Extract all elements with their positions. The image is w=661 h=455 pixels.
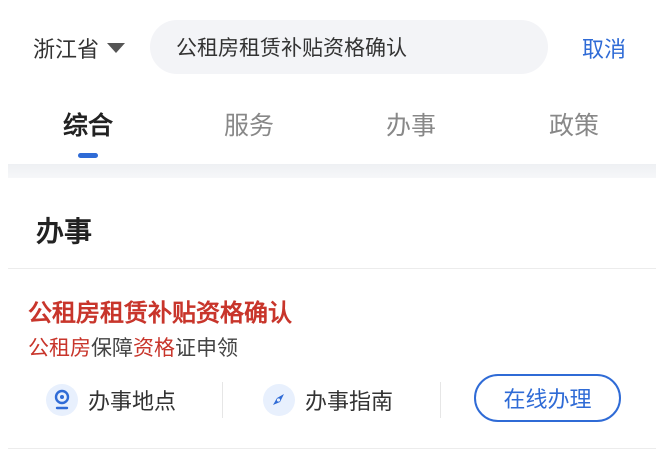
compass-icon [263,384,295,416]
subtitle-part: 资格 [133,336,175,360]
caret-down-icon [107,43,126,53]
vertical-divider [222,382,223,418]
tab-bar: 综合 服务 办事 政策 [0,100,661,162]
tab-policy[interactable]: 政策 [529,106,619,142]
location-pin-icon [46,384,78,416]
search-input-value: 公租房租赁补贴资格确认 [176,36,407,60]
region-selector[interactable]: 浙江省 [33,32,126,64]
active-tab-indicator [78,153,98,158]
online-apply-button[interactable]: 在线办理 [474,374,621,422]
tab-services[interactable]: 服务 [204,106,294,142]
guide-label: 办事指南 [305,390,394,415]
result-subtitle: 公租房保障资格证申领 [28,332,238,362]
subtitle-part: 证申领 [175,336,238,360]
divider [8,268,656,269]
result-actions: 办事地点 办事指南 在线办理 [0,372,661,428]
location-action[interactable]: 办事地点 [46,384,176,416]
search-header: 浙江省 公租房租赁补贴资格确认 取消 [0,0,661,94]
result-title-link[interactable]: 公租房租赁补贴资格确认 [28,293,292,328]
cancel-button[interactable]: 取消 [582,32,626,64]
location-label: 办事地点 [88,390,177,415]
tab-comprehensive[interactable]: 综合 [43,106,133,142]
section-separator [8,164,656,178]
guide-action[interactable]: 办事指南 [263,384,393,416]
tab-affairs[interactable]: 办事 [366,106,456,142]
section-title: 办事 [36,215,93,248]
subtitle-part: 保障 [91,336,133,360]
search-input[interactable]: 公租房租赁补贴资格确认 [150,20,548,74]
divider [8,448,656,449]
vertical-divider [440,382,441,418]
subtitle-part: 公租房 [28,336,91,360]
region-label: 浙江省 [33,38,100,63]
